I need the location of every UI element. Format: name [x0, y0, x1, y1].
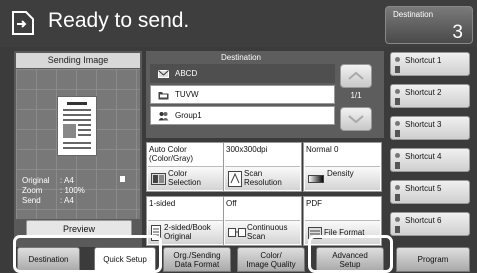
destination-page-indicator: 1/1 — [350, 91, 362, 100]
duplex-value: 1-sided — [149, 199, 176, 208]
shortcut-indicator-icon — [395, 185, 400, 190]
density-button[interactable]: Density — [305, 166, 380, 190]
paper-orientation-icon — [120, 176, 125, 182]
density-value: Normal 0 — [306, 145, 339, 154]
info-zoom: Zoom : 100% — [22, 186, 85, 195]
destination-panel-title: Destination — [220, 53, 262, 62]
destination-counter-label: Destination — [393, 10, 434, 19]
status-title: Ready to send. — [48, 9, 190, 32]
destination-name: TUVW — [175, 90, 199, 99]
destination-row[interactable]: ABCD — [150, 64, 335, 83]
shortcut-lock-icon — [395, 162, 400, 169]
sending-image-title: Sending Image — [16, 53, 140, 68]
scan-resolution-value: 300x300dpi — [226, 145, 268, 154]
duplex-label: 2-sided/Book Original — [164, 223, 211, 241]
color-selection-value: Auto Color (Color/Gray) — [149, 145, 194, 163]
resolution-icon — [228, 171, 242, 187]
color-selection-setting[interactable]: Auto Color (Color/Gray) Color Selection — [146, 142, 225, 192]
shortcut-indicator-icon — [395, 121, 400, 126]
tab-label: Org./Sending Data Format — [173, 251, 221, 269]
tab-org-sending-data-format[interactable]: Org./Sending Data Format — [163, 247, 231, 272]
continuous-scan-button[interactable]: Continuous Scan — [225, 220, 300, 244]
info-original: Original : A4 — [22, 176, 74, 185]
shortcut-5-button[interactable]: Shortcut 5 — [390, 180, 470, 204]
color-selection-label: Color Selection — [168, 169, 201, 187]
shortcut-label: Shortcut 5 — [405, 184, 442, 193]
chevron-down-icon — [348, 115, 364, 124]
density-setting[interactable]: Normal 0 Density — [303, 142, 382, 192]
scan-resolution-button[interactable]: Scan Resolution — [225, 166, 300, 190]
highlight-outline — [308, 235, 393, 273]
shortcut-indicator-icon — [395, 217, 400, 222]
shortcut-lock-icon — [395, 130, 400, 137]
shortcut-indicator-icon — [395, 153, 400, 158]
shortcut-label: Shortcut 1 — [405, 56, 442, 65]
shortcut-1-button[interactable]: Shortcut 1 — [390, 52, 470, 76]
destination-row[interactable]: Group1 — [150, 106, 335, 125]
destination-name: Group1 — [175, 111, 202, 120]
file-format-value: PDF — [306, 199, 322, 208]
shortcut-label: Shortcut 3 — [405, 120, 442, 129]
tab-label: Program — [417, 255, 449, 264]
shortcut-indicator-icon — [395, 89, 400, 94]
shortcut-lock-icon — [395, 194, 400, 201]
tab-program[interactable]: Program — [396, 247, 470, 272]
scan-resolution-label: Scan Resolution — [244, 169, 282, 187]
scroll-down-button[interactable] — [340, 107, 372, 131]
shortcut-lock-icon — [395, 66, 400, 73]
shortcut-3-button[interactable]: Shortcut 3 — [390, 116, 470, 140]
continuous-scan-setting[interactable]: Off Continuous Scan — [223, 196, 302, 246]
continuous-icon — [228, 228, 246, 237]
density-label: Density — [327, 169, 354, 178]
email-icon — [158, 70, 169, 78]
shortcut-indicator-icon — [395, 57, 400, 62]
folder-icon — [158, 92, 169, 100]
document-thumbnail — [57, 96, 97, 156]
color-selection-button[interactable]: Color Selection — [148, 166, 223, 190]
info-original-value: : A4 — [60, 176, 74, 185]
send-status-icon — [12, 11, 34, 35]
info-send: Send : A4 — [22, 196, 74, 205]
info-zoom-value: : 100% — [60, 186, 85, 195]
destination-name: ABCD — [175, 69, 198, 78]
tab-label: Color/ Image Quality — [246, 251, 296, 269]
destination-counter-button[interactable]: Destination 3 — [385, 6, 473, 44]
scroll-up-button[interactable] — [340, 64, 372, 88]
info-send-value: : A4 — [60, 196, 74, 205]
shortcut-label: Shortcut 4 — [405, 152, 442, 161]
info-zoom-label: Zoom — [22, 186, 43, 195]
destination-counter-value: 3 — [452, 22, 463, 43]
highlight-outline — [13, 235, 162, 273]
group-icon — [158, 112, 169, 121]
destination-panel: Destination ABCD TUVW Group1 1/1 — [146, 51, 384, 138]
color-icon — [151, 173, 166, 185]
scan-resolution-setting[interactable]: 300x300dpi Scan Resolution — [223, 142, 302, 192]
shortcut-6-button[interactable]: Shortcut 6 — [390, 212, 470, 236]
header-bar: Ready to send. Destination 3 — [0, 0, 477, 47]
shortcut-label: Shortcut 2 — [405, 88, 442, 97]
destination-row[interactable]: TUVW — [150, 85, 335, 104]
chevron-up-icon — [348, 71, 364, 80]
shortcut-label: Shortcut 6 — [405, 216, 442, 225]
continuous-scan-label: Continuous Scan — [247, 223, 288, 241]
shortcut-4-button[interactable]: Shortcut 4 — [390, 148, 470, 172]
shortcut-2-button[interactable]: Shortcut 2 — [390, 84, 470, 108]
info-send-label: Send — [22, 196, 41, 205]
sending-image-panel: Sending Image Original : A4 Zoom : 100% Se… — [14, 51, 142, 247]
shortcut-lock-icon — [395, 226, 400, 233]
info-original-label: Original — [22, 176, 50, 185]
continuous-scan-value: Off — [226, 199, 237, 208]
tab-color-image-quality[interactable]: Color/ Image Quality — [237, 247, 305, 272]
density-icon — [308, 175, 324, 183]
shortcut-lock-icon — [395, 98, 400, 105]
